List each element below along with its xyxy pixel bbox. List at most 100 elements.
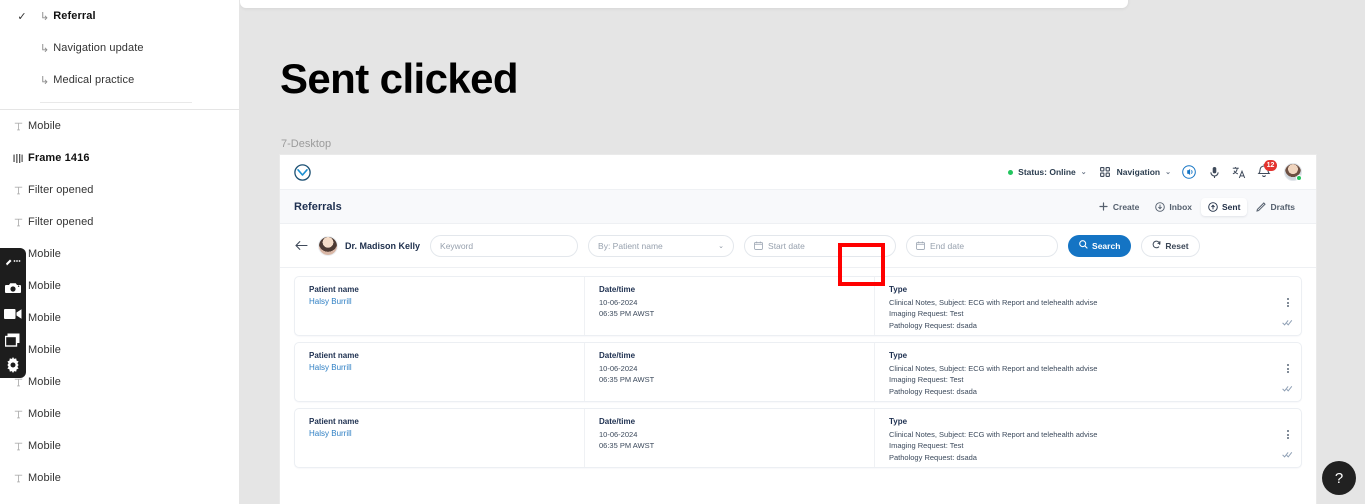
layer-row[interactable]: ✓ ↳ Referral [0, 0, 239, 32]
layer-row[interactable]: Mobile [0, 302, 239, 334]
row-more-menu-icon[interactable] [1287, 298, 1289, 307]
search-button[interactable]: Search [1068, 234, 1132, 257]
section-title: Referrals [294, 200, 342, 213]
table-row[interactable]: Patient name Halsy Burrill Date/time 10-06-… [294, 276, 1302, 336]
refresh-icon [1152, 240, 1161, 251]
search-icon [1079, 240, 1088, 251]
frame-above-partial [240, 0, 1128, 8]
chevron-down-icon: ⌄ [718, 242, 725, 250]
layer-row[interactable]: Mobile [0, 110, 239, 142]
row-date: 10-06-2024 [599, 430, 638, 439]
text-icon [8, 408, 28, 420]
tab-label: Drafts [1270, 201, 1295, 212]
row-date: 10-06-2024 [599, 298, 638, 307]
microphone-icon[interactable] [1207, 165, 1221, 179]
video-camera-icon[interactable] [0, 301, 26, 327]
layer-row[interactable]: ↳ Medical practice [0, 64, 239, 96]
type-line-3: Pathology Request: dsada [889, 452, 977, 462]
navigation-selector[interactable]: Navigation ⌄ [1098, 165, 1171, 179]
row-more-menu-icon[interactable] [1287, 430, 1289, 439]
layer-row[interactable]: Mobile [0, 430, 239, 462]
type-line-1: Clinical Notes, Subject: ECG with Report… [889, 364, 1098, 373]
app-header: Status: Online ⌄ Navigation ⌄ 12 [280, 155, 1316, 190]
layer-row[interactable]: Filter opened [0, 174, 239, 206]
tab-inbox[interactable]: Inbox [1148, 198, 1199, 216]
tab-create[interactable]: Create [1092, 198, 1146, 216]
status-label: Status: Online [1018, 167, 1076, 177]
referral-rows: Patient name Halsy Burrill Date/time 10-06-… [294, 276, 1302, 468]
child-arrow-icon: ↳ [40, 42, 50, 55]
layer-label: Medical practice [53, 74, 135, 86]
inbox-arrow-icon [1155, 201, 1166, 212]
navigation-label: Navigation [1116, 167, 1161, 177]
avatar[interactable] [1284, 163, 1302, 181]
layer-label: Mobile [28, 312, 62, 324]
app-frame: Status: Online ⌄ Navigation ⌄ 12 Referra… [280, 155, 1316, 504]
patient-name-link[interactable]: Halsy Burrill [309, 297, 584, 306]
column-header-patient-name: Patient name [309, 417, 359, 426]
table-row[interactable]: Patient name Halsy Burrill Date/time 10-06-… [294, 408, 1302, 468]
row-more-menu-icon[interactable] [1287, 364, 1289, 373]
search-by-value: By: Patient name [598, 240, 663, 251]
layer-row[interactable]: Filter opened [0, 206, 239, 238]
notification-badge: 12 [1264, 160, 1277, 171]
type-line-1: Clinical Notes, Subject: ECG with Report… [889, 430, 1098, 439]
layer-row[interactable]: ↳ Navigation update [0, 32, 239, 64]
keyword-input[interactable]: Keyword [430, 234, 579, 257]
chevron-down-icon: ⌄ [1165, 169, 1171, 176]
layer-row[interactable]: Mobile [0, 462, 239, 494]
layer-label: Mobile [28, 472, 62, 484]
camera-icon[interactable] [0, 276, 26, 302]
status-selector[interactable]: Status: Online ⌄ [1008, 167, 1087, 177]
cell-type: Type Clinical Notes, Subject: ECG with Re… [875, 343, 1301, 401]
calendar-icon [754, 241, 763, 250]
figma-layers-panel: ✓ ↳ Referral ↳ Navigation update ↳ Medical pra… [0, 0, 240, 504]
row-time: 06:35 PM AWST [599, 375, 655, 385]
layer-label: Mobile [28, 408, 62, 420]
referral-tabs: Create Inbox Sent Drafts [1092, 197, 1302, 216]
volume-icon[interactable] [1182, 165, 1196, 179]
doctor-name: Dr. Madison Kelly [345, 240, 421, 251]
help-button[interactable]: ? [1322, 461, 1356, 495]
drag-handle-icon[interactable] [0, 250, 26, 276]
translate-icon[interactable] [1232, 165, 1246, 179]
screen-recorder-toolbar[interactable] [0, 248, 26, 378]
gear-icon[interactable] [0, 352, 26, 378]
layer-row[interactable]: Mobile [0, 238, 239, 270]
search-by-dropdown[interactable]: By: Patient name ⌄ [588, 234, 735, 257]
layer-list: ✓ ↳ Referral ↳ Navigation update ↳ Medical pra… [0, 0, 239, 494]
layer-row[interactable]: Mobile [0, 270, 239, 302]
doctor-chip[interactable]: Dr. Madison Kelly [318, 235, 421, 256]
layer-label: Mobile [28, 248, 62, 260]
layer-row[interactable]: Frame 1416 [0, 142, 239, 174]
end-date-input[interactable]: End date [906, 234, 1059, 257]
layer-row[interactable]: Mobile [0, 398, 239, 430]
column-header-patient-name: Patient name [309, 285, 359, 294]
figma-canvas: Sent clicked 7-Desktop Status: Online ⌄ [240, 0, 1365, 504]
column-header-date-time: Date/time [599, 285, 636, 294]
status-dot-icon [1008, 169, 1014, 175]
type-line-1: Clinical Notes, Subject: ECG with Report… [889, 298, 1098, 307]
text-icon [8, 440, 28, 452]
layer-label: Navigation update [53, 42, 144, 54]
cell-date-time: Date/time 10-06-2024 06:35 PM AWST [585, 277, 875, 335]
layer-row[interactable]: Mobile [0, 334, 239, 366]
patient-name-link[interactable]: Halsy Burrill [309, 429, 584, 438]
online-indicator-icon [1296, 175, 1302, 181]
back-arrow-icon[interactable] [294, 239, 308, 253]
layer-row[interactable]: Mobile [0, 366, 239, 398]
table-row[interactable]: Patient name Halsy Burrill Date/time 10-06-… [294, 342, 1302, 402]
layer-label: Referral [53, 10, 96, 22]
telehealth-logo-icon[interactable] [294, 163, 311, 181]
column-header-date-time: Date/time [599, 417, 636, 426]
type-line-3: Pathology Request: dsada [889, 386, 977, 396]
frame-icon [8, 152, 28, 164]
window-icon[interactable] [0, 327, 26, 353]
notifications-button[interactable]: 12 [1257, 160, 1277, 180]
tab-sent[interactable]: Sent [1201, 197, 1248, 216]
read-receipt-icon [1282, 313, 1293, 331]
reset-button[interactable]: Reset [1141, 234, 1200, 257]
patient-name-link[interactable]: Halsy Burrill [309, 363, 584, 372]
column-header-type: Type [889, 285, 908, 294]
tab-drafts[interactable]: Drafts [1249, 198, 1302, 216]
